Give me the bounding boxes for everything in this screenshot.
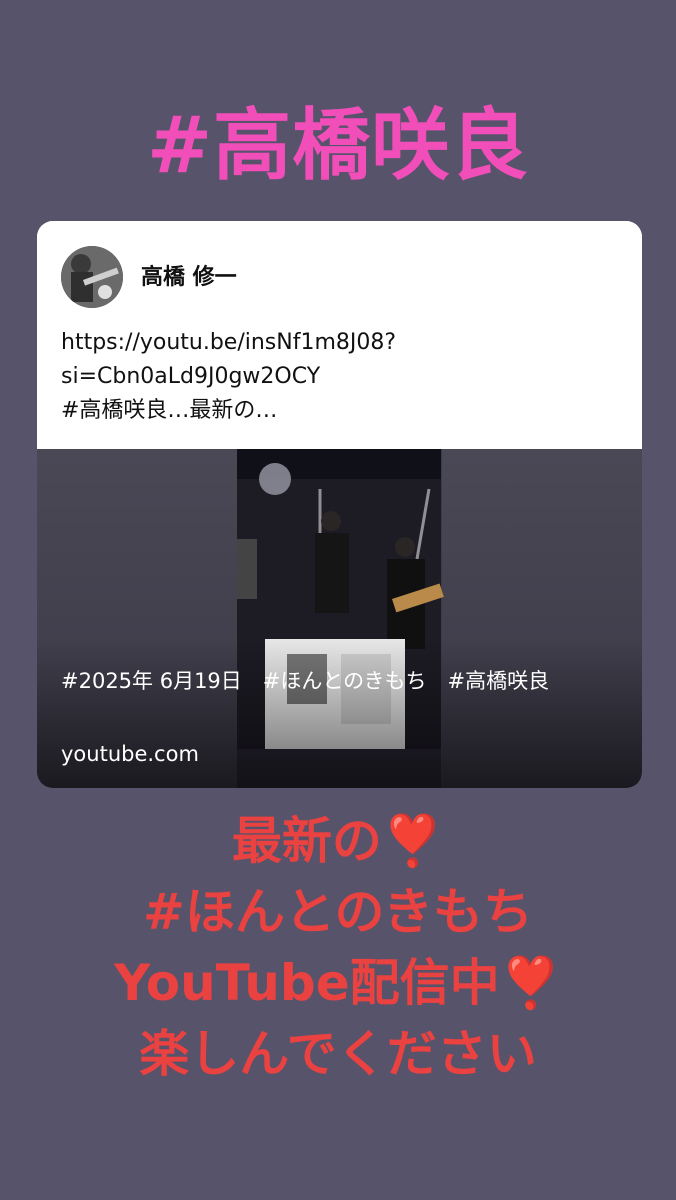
heart-icon: ❣️: [499, 954, 562, 1012]
author-name[interactable]: 高橋 修一: [141, 259, 237, 291]
shared-post-card[interactable]: 高橋 修一 https://youtu.be/insNf1m8J08? si=C…: [37, 221, 642, 788]
message-line: #ほんとのきもち: [143, 883, 533, 941]
video-link-preview[interactable]: #2025年 6月19日 #ほんとのきもち #高橋咲良 youtube.com: [37, 449, 642, 788]
story-message: 最新の❣️ #ほんとのきもち YouTube配信中❣️ 楽しんでください: [0, 806, 676, 1090]
post-text-line[interactable]: si=Cbn0aLd9J0gw2OCY: [61, 360, 621, 394]
post-text-line[interactable]: https://youtu.be/insNf1m8J08?: [61, 326, 621, 360]
media-domain: youtube.com: [61, 742, 199, 766]
heart-icon: ❣️: [381, 812, 445, 870]
post-text-line: #高橋咲良…最新の…: [61, 398, 278, 423]
post-header: 高橋 修一 https://youtu.be/insNf1m8J08? si=C…: [37, 221, 642, 449]
author-avatar[interactable]: [61, 246, 123, 308]
message-line: 楽しんでください: [139, 1025, 537, 1083]
message-line: YouTube配信中: [114, 954, 500, 1012]
post-text: https://youtu.be/insNf1m8J08? si=Cbn0aLd…: [61, 326, 621, 428]
media-caption: #2025年 6月19日 #ほんとのきもち #高橋咲良: [61, 669, 550, 693]
story-hashtag-title[interactable]: #高橋咲良: [0, 96, 676, 196]
message-line: 最新の: [231, 812, 382, 870]
